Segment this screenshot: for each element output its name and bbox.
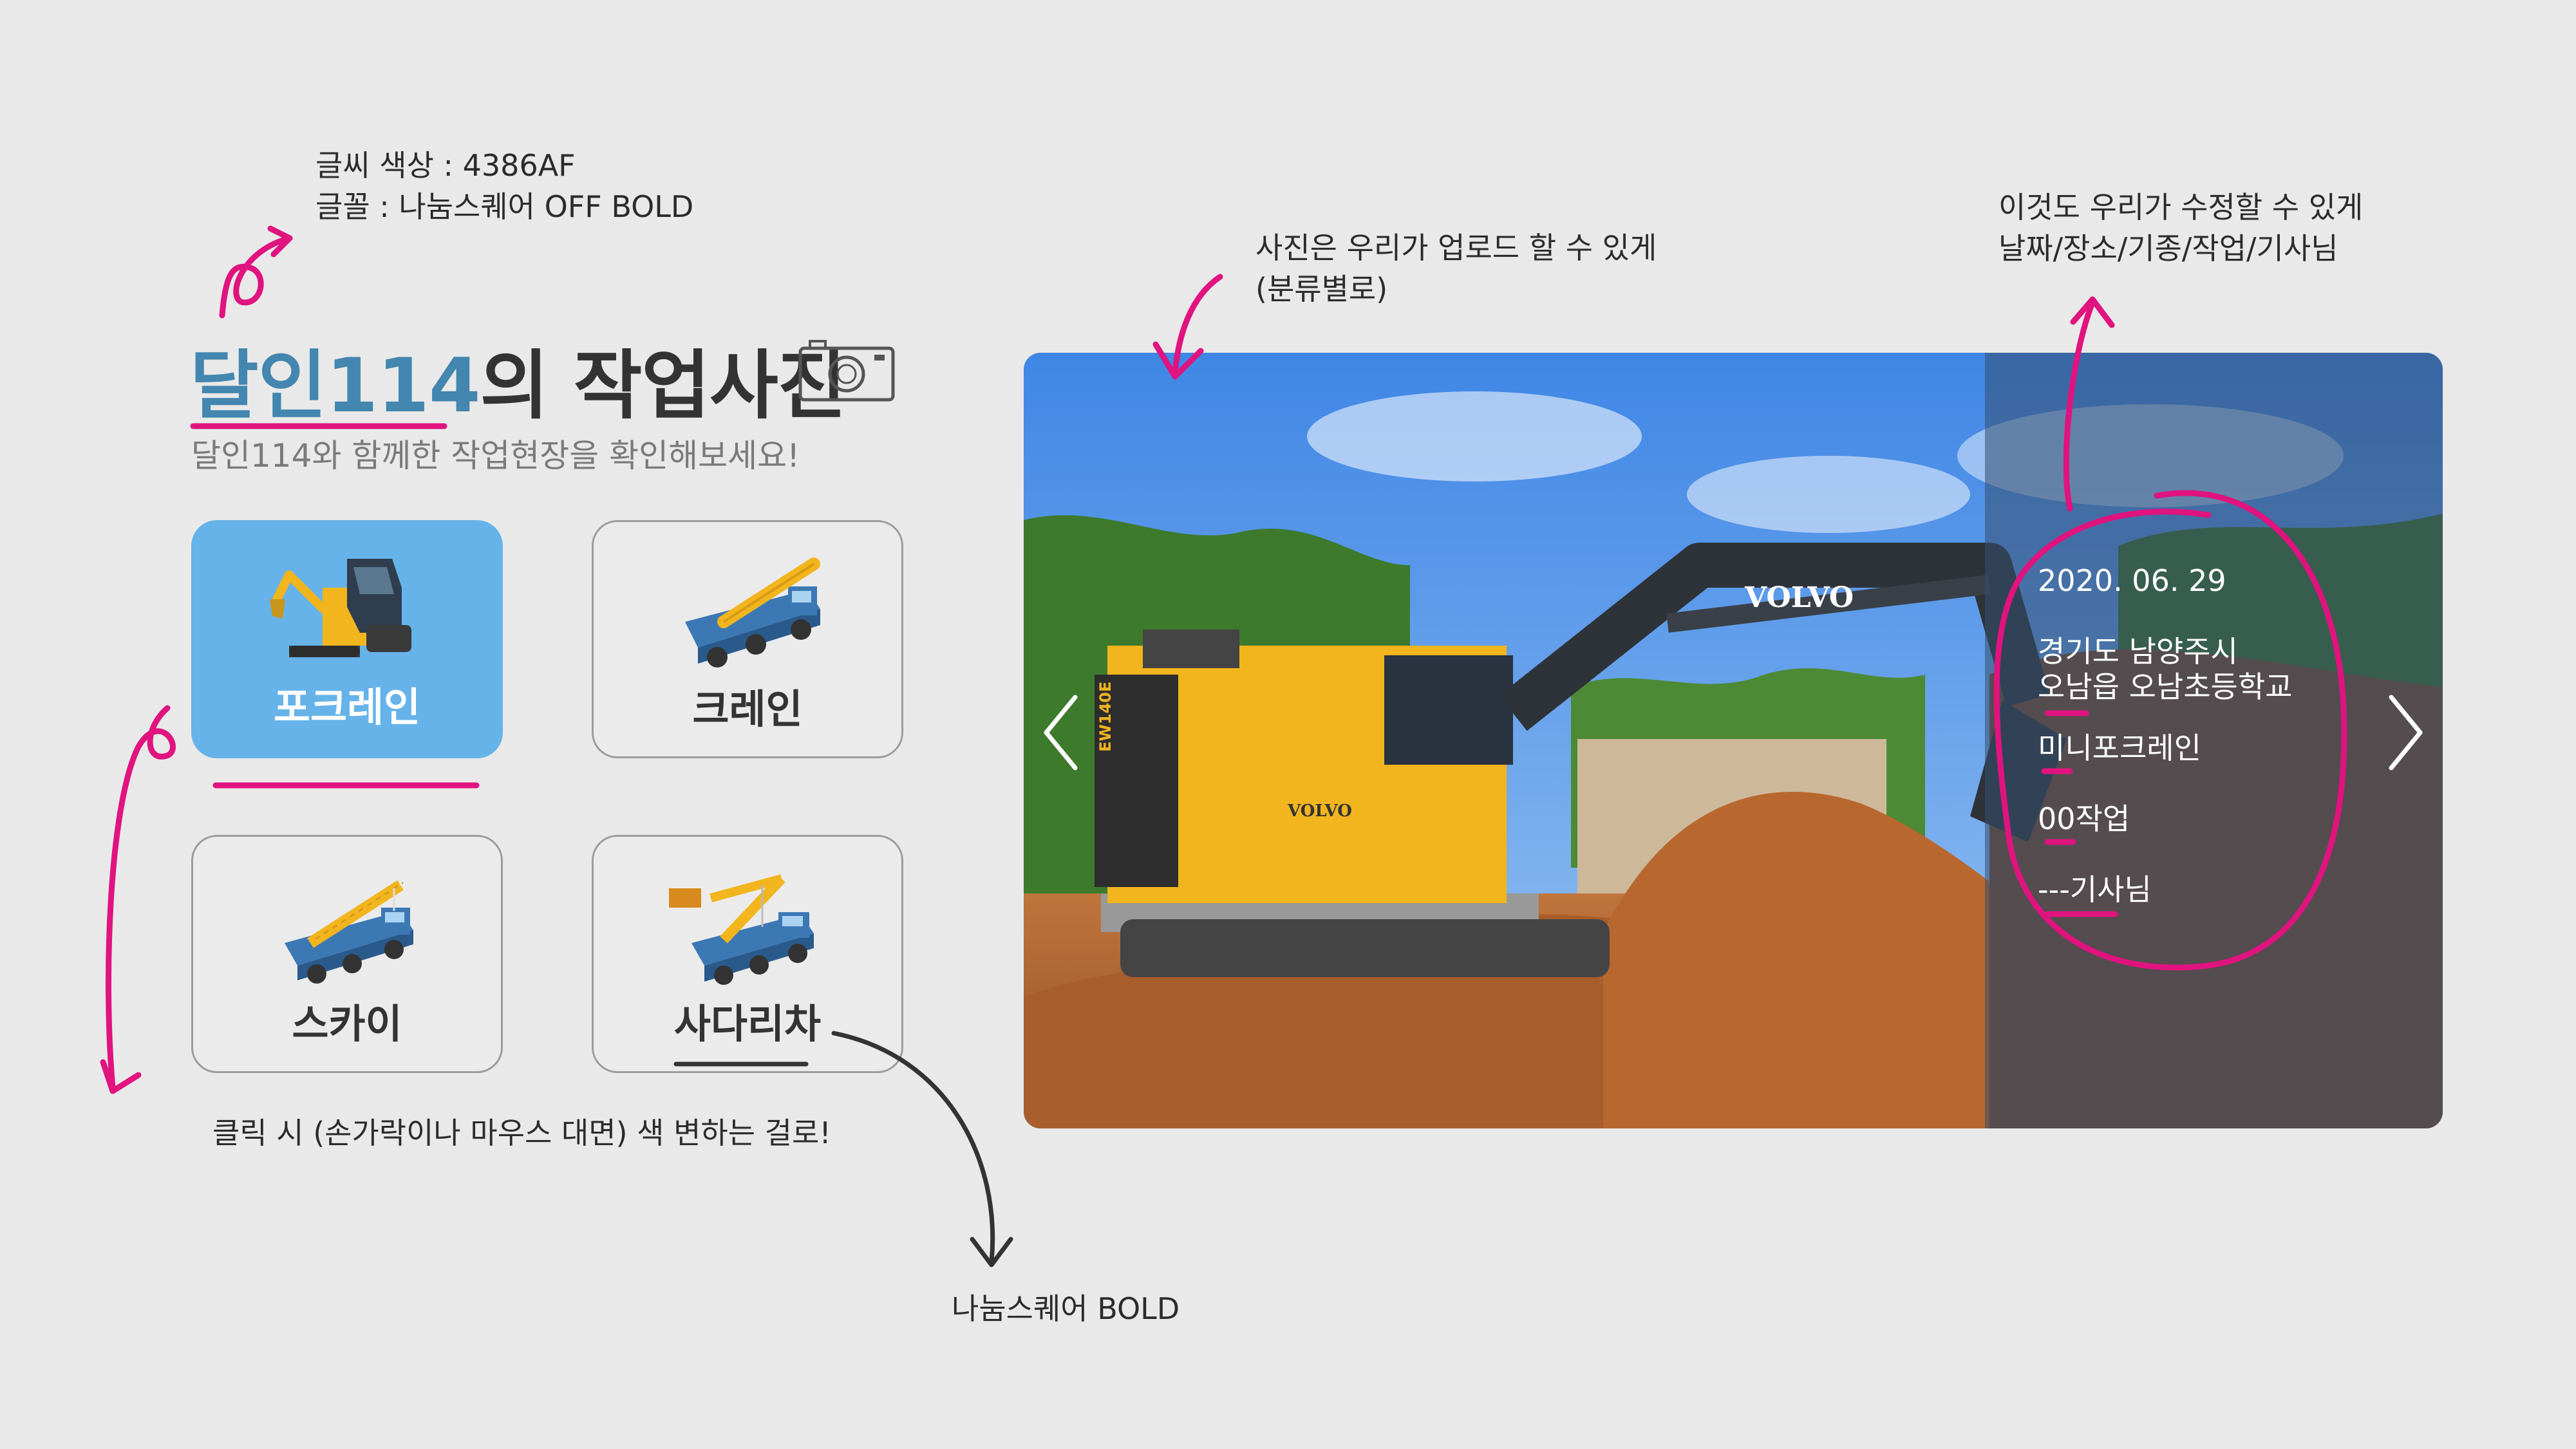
crane-truck-icon (685, 557, 820, 668)
editable-info-note: 이것도 우리가 수정할 수 있게 날짜/장소/기종/작업/기사님 (1998, 190, 2364, 266)
category-excavator-button[interactable]: 포크레인 (191, 520, 503, 758)
category-sky-button[interactable]: 스카이 (191, 835, 503, 1073)
photo-job: 00작업 (2038, 801, 2130, 836)
camera-icon (798, 340, 895, 402)
category-crane-button[interactable]: 크레인 (592, 520, 903, 758)
chevron-right-icon[interactable] (2378, 687, 2430, 778)
excavator-icon (270, 559, 411, 657)
ladder-truck-icon (669, 874, 814, 985)
volvo-arm-text: VOLVO (1744, 581, 1854, 614)
title-suffix: 의 작업사진 (480, 342, 847, 429)
category-label: 스카이 (292, 1000, 402, 1047)
click-hint-note: 클릭 시 (손가락이나 마우스 대면) 색 변하는 걸로! (212, 1116, 831, 1150)
sky-lift-truck-icon (285, 880, 413, 984)
button-font-note: 나눔스퀘어 BOLD (952, 1291, 1180, 1326)
category-label: 사다리차 (673, 1000, 822, 1047)
brand-name: 달인114 (190, 342, 481, 429)
font-spec-note: 글씨 색상 : 4386AF 글꼴 : 나눔스퀘어 OFF BOLD (315, 145, 693, 227)
photo-location-line2: 오남읍 오남초등학교 (2038, 669, 2293, 704)
category-label: 포크레인 (273, 684, 421, 731)
photo-upload-note: 사진은 우리가 업로드 할 수 있게 (분류별로) (1255, 230, 1657, 306)
volvo-body-text: VOLVO (1287, 801, 1352, 821)
category-label: 크레인 (692, 686, 803, 733)
font-family-note: 글꼴 : 나눔스퀘어 OFF BOLD (315, 189, 694, 224)
category-ladder-truck-button[interactable]: 사다리차 (592, 835, 903, 1073)
page-title: 달인114의 작업사진 (190, 325, 847, 433)
photo-slider[interactable]: VOLVO VOLVO EW140E 2020. 06. 29 경기도 남양주시… (1024, 353, 2443, 1128)
pink-arrow-card-hint (106, 705, 176, 1091)
page-subtitle: 달인114와 함께한 작업현장을 확인해보세요! (191, 437, 800, 474)
photo-location-line1: 경기도 남양주시 (2038, 634, 2238, 669)
photo-driver: ---기사님 (2038, 872, 2152, 907)
pink-arrow-font-note (219, 235, 293, 319)
font-color-note: 글씨 색상 : 4386AF (315, 148, 576, 183)
photo-equipment: 미니포크레인 (2038, 731, 2201, 765)
photo-date: 2020. 06. 29 (2038, 563, 2226, 598)
model-text: EW140E (1096, 682, 1114, 752)
chevron-left-icon[interactable] (1037, 687, 1088, 778)
